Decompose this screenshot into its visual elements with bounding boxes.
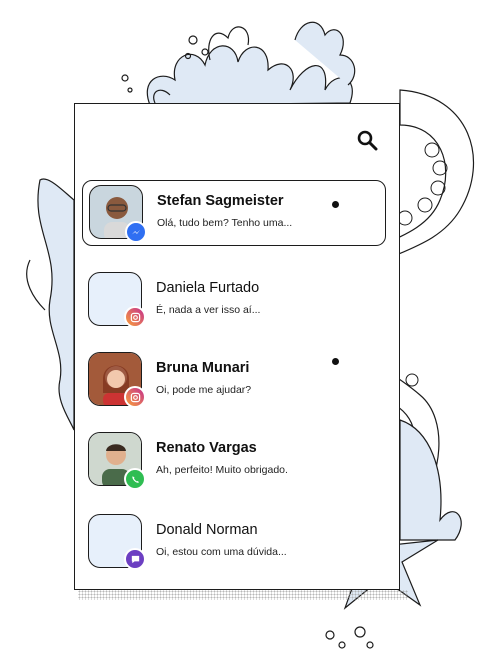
contact-name: Renato Vargas	[156, 440, 257, 456]
message-preview: É, nada a ver isso aí...	[156, 304, 261, 316]
conversation-item[interactable]: Renato Vargas Ah, perfeito! Muito obriga…	[82, 428, 386, 492]
panel-shadow	[78, 590, 408, 600]
conversation-item[interactable]: Daniela Furtado É, nada a ver isso aí...	[82, 268, 386, 332]
contact-name: Stefan Sagmeister	[157, 193, 284, 209]
search-icon	[357, 130, 378, 151]
conversation-item[interactable]: Stefan Sagmeister Olá, tudo bem? Tenho u…	[82, 180, 386, 246]
unread-dot	[332, 358, 339, 365]
contact-name: Bruna Munari	[156, 360, 250, 376]
contact-name: Donald Norman	[156, 522, 258, 538]
whatsapp-icon	[124, 468, 146, 490]
seaweed-illustration	[37, 178, 75, 431]
message-preview: Oi, pode me ajudar?	[156, 384, 252, 396]
message-preview: Ah, perfeito! Muito obrigado.	[156, 464, 288, 476]
chat-icon	[124, 548, 146, 570]
search-button[interactable]	[352, 126, 382, 154]
conversation-item[interactable]: Bruna Munari Oi, pode me ajudar?	[82, 348, 386, 412]
unread-dot	[332, 201, 339, 208]
contact-name: Daniela Furtado	[156, 280, 260, 296]
message-preview: Oi, estou com uma dúvida...	[156, 546, 287, 558]
instagram-icon	[124, 306, 146, 328]
message-preview: Olá, tudo bem? Tenho uma...	[157, 217, 293, 229]
messenger-icon	[125, 221, 147, 243]
conversation-item[interactable]: Donald Norman Oi, estou com uma dúvida..…	[82, 510, 386, 574]
instagram-icon	[124, 386, 146, 408]
